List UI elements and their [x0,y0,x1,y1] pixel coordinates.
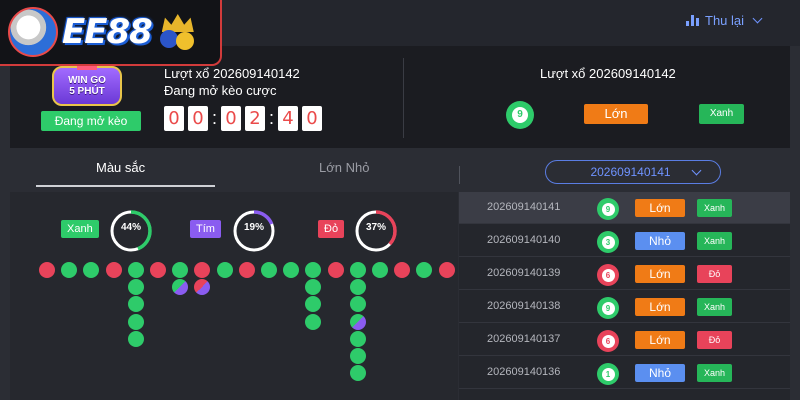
road-dot [349,313,366,330]
history-row[interactable]: 202609140140 3 Nhỏ Xanh [459,225,790,257]
timer-digit: 0 [188,106,208,131]
row-size-badge: Nhỏ [635,364,685,382]
road-dot [349,279,366,296]
stat-label-green: Xanh [61,220,99,238]
last-result-number: 9 [512,107,528,123]
donut-percent-purple: 19% [243,222,264,233]
row-size-badge: Lớn [635,265,685,283]
stat-label-purple: Tím [190,220,221,238]
countdown-timer: 0 0 : 0 2 : 4 0 [164,106,322,131]
tab-size[interactable]: Lớn Nhỏ [319,160,369,175]
bar-chart-icon [686,15,699,26]
row-color-badge: Xanh [697,298,732,316]
history-row[interactable]: 202609140138 9 Lớn Xanh [459,291,790,323]
history-row[interactable]: 202609140139 6 Lớn Đỏ [459,258,790,290]
row-number: 6 [601,268,615,282]
road-dot [372,262,388,278]
chevron-down-icon [752,13,763,24]
row-number: 1 [601,367,615,381]
row-ball: 3 [597,231,619,253]
road-dot [349,262,366,278]
header-divider [403,58,404,138]
row-ball: 9 [597,198,619,220]
timer-digit: 2 [245,106,265,131]
row-ball: 6 [597,330,619,352]
row-color-badge: Xanh [697,232,732,250]
row-ball: 6 [597,264,619,286]
row-round-id: 202609140137 [487,333,561,345]
road-dot [105,262,122,278]
tab-divider [459,166,460,184]
donut-percent-red: 37% [365,222,386,233]
row-number: 9 [601,202,615,216]
road-dot [327,262,344,278]
history-row[interactable]: 202609140136 1 Nhỏ Xanh [459,357,790,389]
road-dot [438,262,455,278]
row-color-badge: Xanh [697,199,732,217]
history-row[interactable]: 202609140137 6 Lớn Đỏ [459,324,790,356]
row-color-badge: Đỏ [697,331,732,349]
road-dot [349,365,366,382]
round-status: Đang mở kèo cược [164,83,277,98]
row-color-badge: Xanh [697,364,732,382]
row-size-badge: Lớn [635,298,685,316]
active-tab-indicator [36,185,215,187]
row-round-id: 202609140136 [487,366,561,378]
row-round-id: 202609140141 [487,201,561,213]
road-dot [216,262,233,278]
mascot-icon [8,7,58,57]
road-dot [127,330,144,347]
round-title: Lượt xổ 202609140142 [164,66,300,81]
road-dot [127,262,144,278]
road-dot [150,262,166,278]
row-number: 6 [601,334,615,348]
road-dot [349,348,366,364]
donut-percent-green: 44% [120,222,141,233]
wingo-badge: WIN GO 5 PHÚT [52,60,122,106]
row-ball: 1 [597,363,619,385]
road-dot [349,330,366,347]
last-result-title: Lượt xổ 202609140142 [540,66,676,81]
timer-digit: 4 [278,106,298,131]
open-betting-button[interactable]: Đang mở kèo [41,111,141,131]
row-round-id: 202609140140 [487,234,561,246]
row-size-badge: Nhỏ [635,232,685,250]
row-round-id: 202609140139 [487,267,561,279]
logo-text: EE88 [62,12,153,52]
last-result-ball: 9 [506,101,534,129]
history-row[interactable]: 202609140141 9 Lớn Xanh [459,192,790,224]
row-number: 3 [601,235,615,249]
round-select[interactable]: 202609140141 [545,160,721,184]
row-color-badge: Đỏ [697,265,732,283]
chevron-down-icon [691,165,701,175]
crown-balls-icon [156,12,200,52]
row-size-badge: Lớn [635,199,685,217]
road-dot [127,279,144,296]
timer-digit: 0 [221,106,241,131]
brand-logo[interactable]: EE88 [0,0,222,66]
history-label: Thu lại [705,13,745,28]
timer-digit: 0 [302,106,322,131]
timer-digit: 0 [164,106,184,131]
road-dot [39,262,55,278]
road-dot [238,262,255,278]
last-result-size: Lớn [584,104,648,124]
road-dot [305,313,322,330]
badge-line1: WIN GO [68,75,106,86]
timer-colon: : [269,108,275,128]
game-screen: EE88 Thu lại WIN GO 5 PHÚT Đang mở kèo L… [0,0,800,400]
row-ball: 9 [597,297,619,319]
row-size-badge: Lớn [635,331,685,349]
tab-color[interactable]: Màu sắc [96,160,145,175]
row-round-id: 202609140138 [487,300,561,312]
road-dot [127,313,144,330]
row-number: 9 [601,301,615,315]
round-select-value: 202609140141 [590,165,671,179]
stat-label-red: Đỏ [318,220,345,238]
road-dot [261,262,277,278]
last-result-color: Xanh [699,104,744,124]
badge-line2: 5 PHÚT [69,86,105,97]
timer-colon: : [212,108,218,128]
history-link[interactable]: Thu lại [686,13,763,28]
